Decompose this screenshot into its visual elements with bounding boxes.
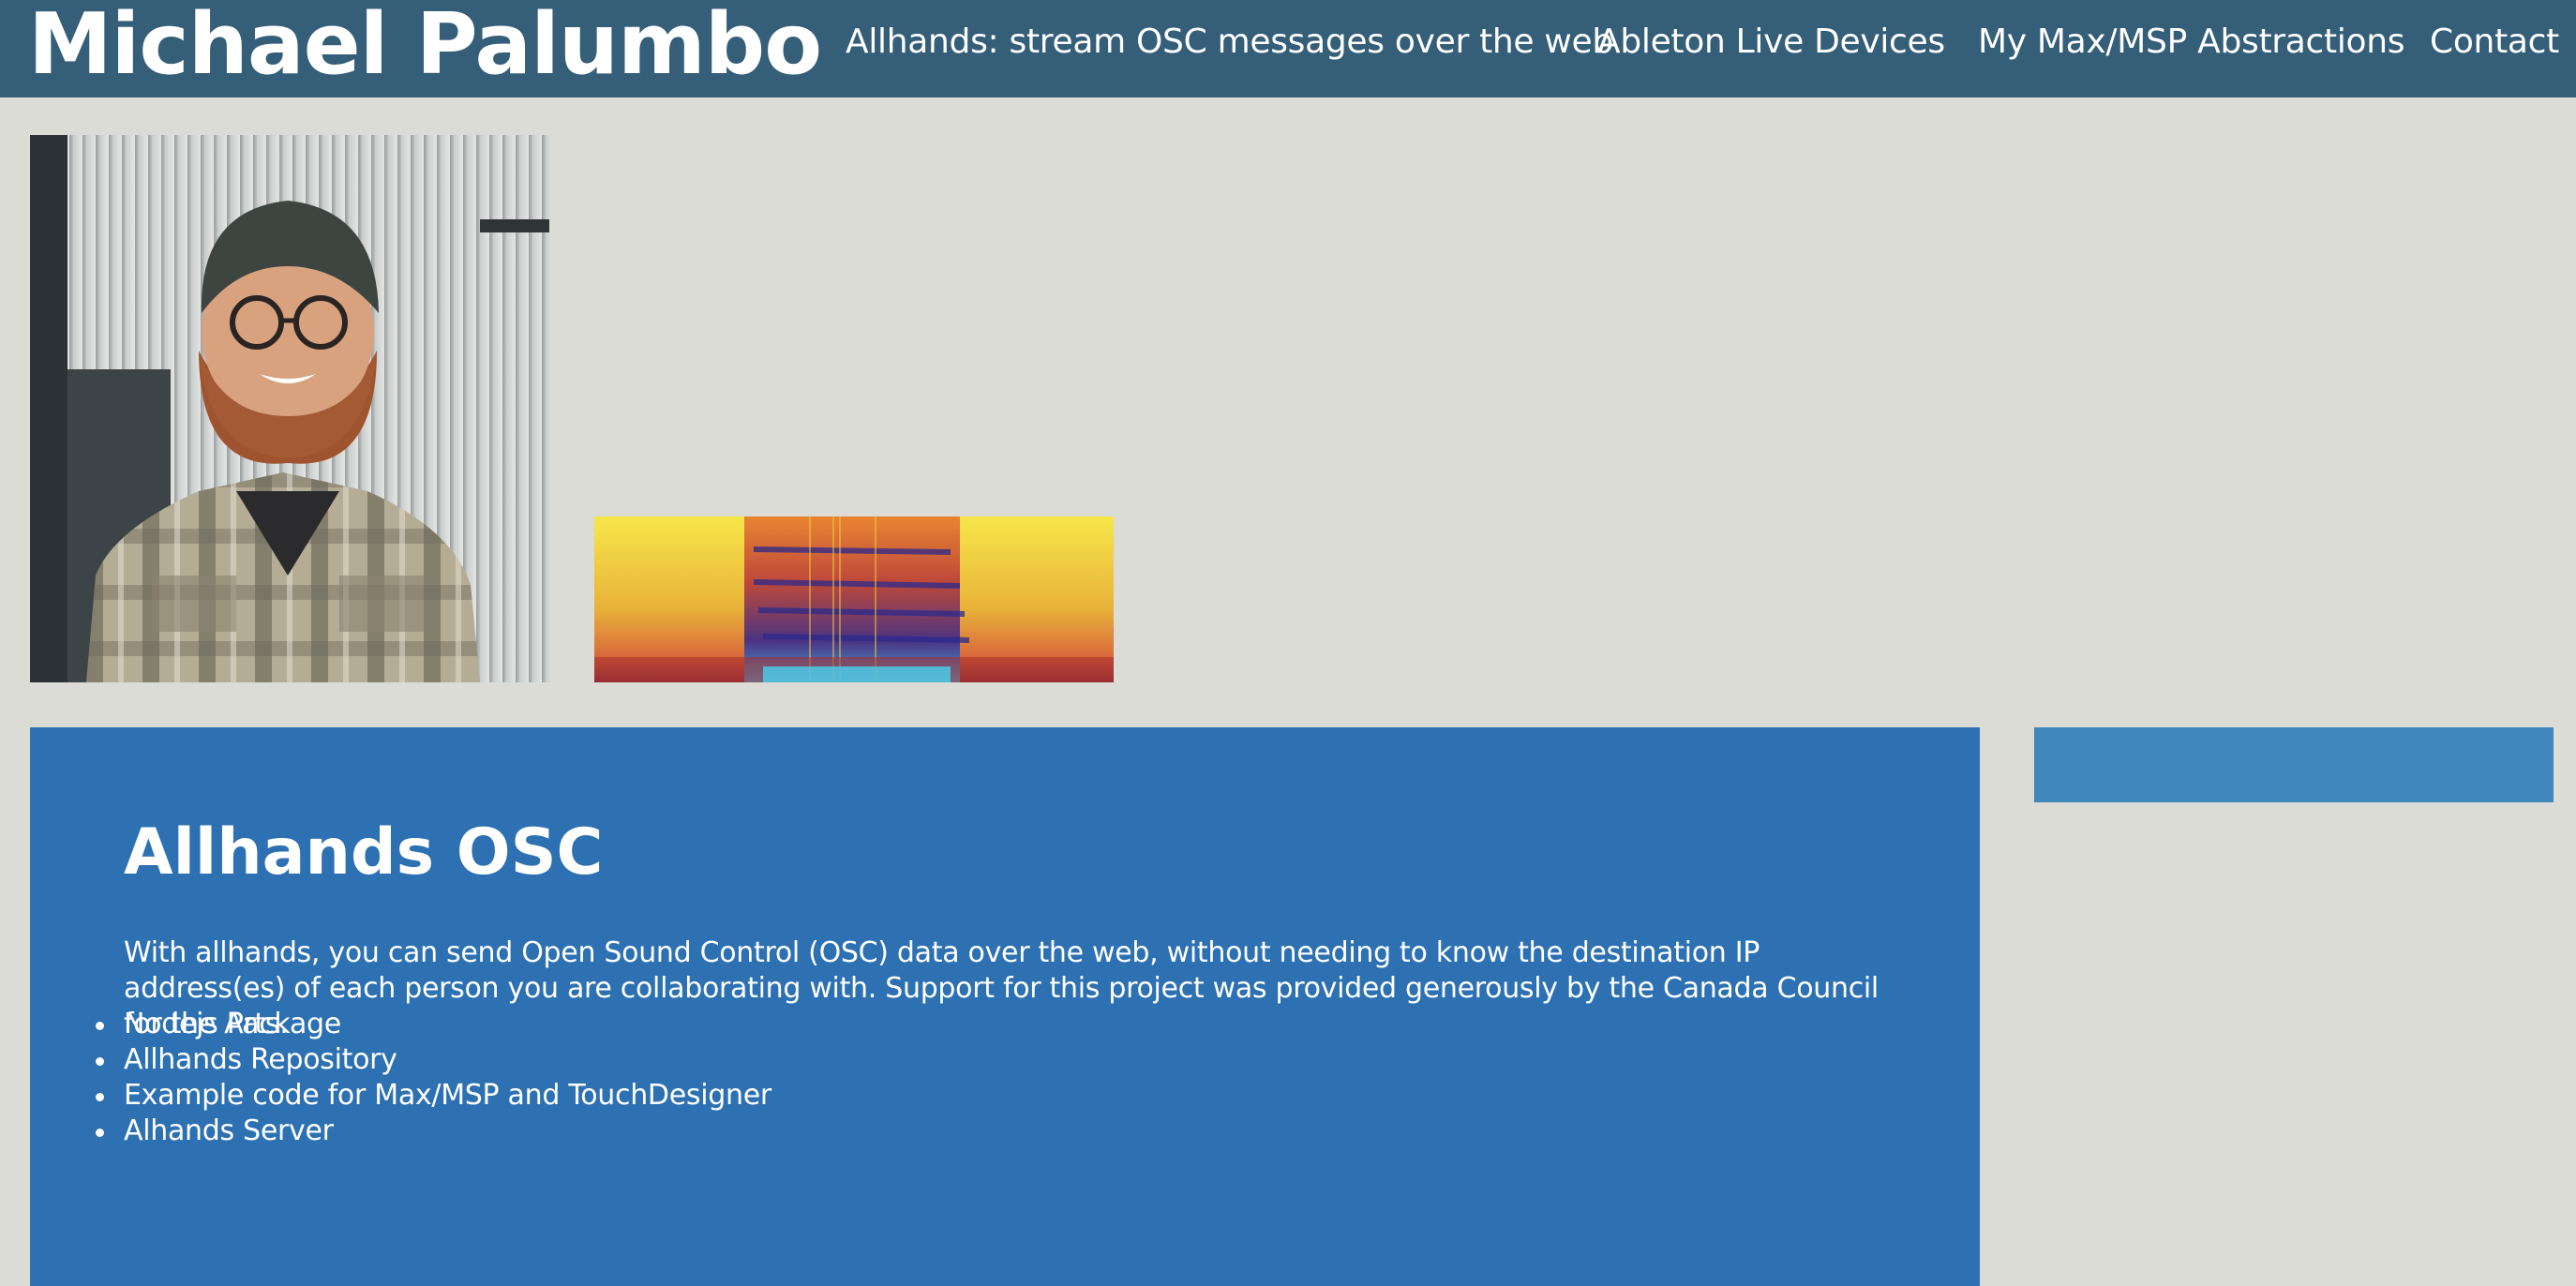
- resource-link-list: Nodejs Package Allhands Repository Examp…: [96, 1007, 771, 1149]
- portrait-photo: [30, 135, 549, 682]
- link-example-code[interactable]: Example code for Max/MSP and TouchDesign…: [96, 1078, 771, 1114]
- spectrogram-image: [594, 516, 1114, 682]
- article-panel: Allhands OSC With allhands, you can send…: [30, 727, 1980, 1286]
- article-title: Allhands OSC: [124, 815, 604, 890]
- link-allhands-server[interactable]: Alhands Server: [96, 1114, 771, 1149]
- link-allhands-repository[interactable]: Allhands Repository: [96, 1042, 771, 1078]
- nav-link-contact[interactable]: Contact: [2430, 0, 2559, 84]
- sidebar-panel: [2034, 727, 2554, 802]
- nav-link-ableton-live-devices[interactable]: Ableton Live Devices: [1597, 0, 1945, 84]
- nav-link-max-msp-abstractions[interactable]: My Max/MSP Abstractions: [1978, 0, 2405, 84]
- nav-link-allhands[interactable]: Allhands: stream OSC messages over the w…: [846, 0, 1613, 84]
- site-title[interactable]: Michael Palumbo: [28, 0, 822, 94]
- site-header: Michael Palumbo Allhands: stream OSC mes…: [0, 0, 2576, 97]
- link-nodejs-package[interactable]: Nodejs Package: [96, 1007, 771, 1042]
